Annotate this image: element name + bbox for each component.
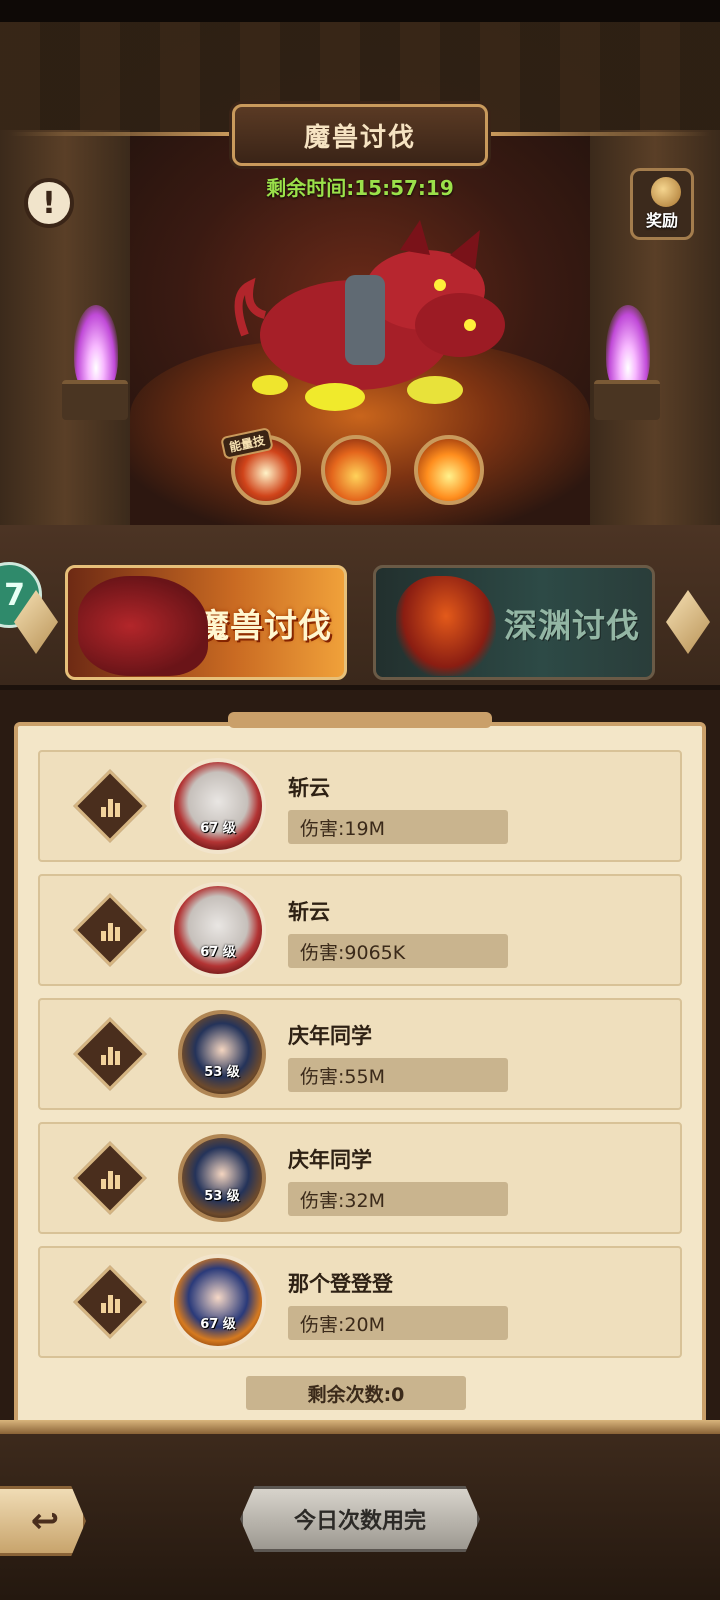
demon-portrait bbox=[396, 576, 496, 676]
back-button[interactable]: ↩ bbox=[0, 1486, 86, 1556]
page-title: 魔兽讨伐 bbox=[303, 122, 416, 153]
player-name: 斩云 bbox=[288, 776, 330, 800]
player-name: 那个登登登 bbox=[288, 1272, 393, 1296]
tab-abyss-raid[interactable]: 深渊讨伐 bbox=[373, 565, 655, 680]
ranking-stats-icon[interactable] bbox=[73, 769, 147, 843]
back-arrow-icon: ↩ bbox=[30, 1501, 60, 1541]
status-strip bbox=[0, 0, 720, 22]
player-name: 庆年同学 bbox=[288, 1024, 372, 1048]
ranking-stats-icon[interactable] bbox=[73, 1141, 147, 1215]
remaining-time: 剩余时间:15:57:19 bbox=[266, 176, 454, 200]
reward-button[interactable]: 奖励 bbox=[630, 168, 694, 240]
exclamation-icon: ! bbox=[42, 185, 56, 221]
side-badge-text: 7 bbox=[4, 577, 25, 613]
ranking-row[interactable]: 67 级 那个登登登 伤害:20M bbox=[38, 1246, 682, 1358]
damage-value: 伤害:32M bbox=[288, 1182, 508, 1216]
title-banner: 魔兽讨伐 bbox=[232, 104, 488, 166]
tab-abyss-raid-label: 深渊讨伐 bbox=[504, 605, 640, 645]
brazier bbox=[62, 380, 128, 420]
tab-beast-raid[interactable]: 魔兽讨伐 bbox=[65, 565, 347, 680]
damage-value: 伤害:19M bbox=[288, 810, 508, 844]
avatar[interactable]: 53 级 bbox=[178, 1010, 266, 1098]
player-level: 53 级 bbox=[204, 1189, 240, 1204]
damage-value: 伤害:55M bbox=[288, 1058, 508, 1092]
ranking-stats-icon[interactable] bbox=[73, 893, 147, 967]
boss-hellhound[interactable] bbox=[225, 215, 515, 415]
reward-label: 奖励 bbox=[645, 211, 678, 230]
brazier bbox=[594, 380, 660, 420]
damage-value: 伤害:20M bbox=[288, 1306, 508, 1340]
flame-icon[interactable] bbox=[414, 435, 484, 505]
avatar[interactable]: 67 级 bbox=[170, 1254, 266, 1350]
remaining-attempts: 剩余次数:0 bbox=[246, 1376, 466, 1410]
boss-stage: 魔兽讨伐 剩余时间:15:57:19 ! 奖励 能量技 bbox=[0, 0, 720, 540]
challenge-button-label: 今日次数用完 bbox=[293, 1509, 426, 1534]
challenge-button[interactable]: 今日次数用完 bbox=[240, 1486, 480, 1552]
title-ornament bbox=[10, 132, 230, 136]
avatar[interactable]: 67 级 bbox=[170, 758, 266, 854]
player-level: 67 级 bbox=[200, 945, 236, 960]
player-level: 67 级 bbox=[200, 821, 236, 836]
avatar[interactable]: 53 级 bbox=[178, 1134, 266, 1222]
money-bag-icon bbox=[651, 177, 681, 207]
info-button[interactable]: ! bbox=[24, 178, 74, 228]
panel-bottom-trim bbox=[0, 1420, 720, 1434]
title-ornament bbox=[490, 132, 710, 136]
damage-value: 伤害:9065K bbox=[288, 934, 508, 968]
beast-portrait bbox=[78, 576, 208, 676]
panel-ornament bbox=[228, 712, 492, 728]
player-name: 斩云 bbox=[288, 900, 330, 924]
ranking-row[interactable]: 53 级 庆年同学 伤害:32M bbox=[38, 1122, 682, 1234]
tab-beast-raid-label: 魔兽讨伐 bbox=[196, 605, 332, 645]
ranking-row[interactable]: 67 级 斩云 伤害:19M bbox=[38, 750, 682, 862]
ranking-stats-icon[interactable] bbox=[73, 1265, 147, 1339]
player-level: 67 级 bbox=[200, 1317, 236, 1332]
player-level: 53 级 bbox=[204, 1065, 240, 1080]
ranking-stats-icon[interactable] bbox=[73, 1017, 147, 1091]
fire-claw-icon[interactable] bbox=[321, 435, 391, 505]
player-name: 庆年同学 bbox=[288, 1148, 372, 1172]
ranking-row[interactable]: 67 级 斩云 伤害:9065K bbox=[38, 874, 682, 986]
avatar[interactable]: 67 级 bbox=[170, 882, 266, 978]
ranking-row[interactable]: 53 级 庆年同学 伤害:55M bbox=[38, 998, 682, 1110]
